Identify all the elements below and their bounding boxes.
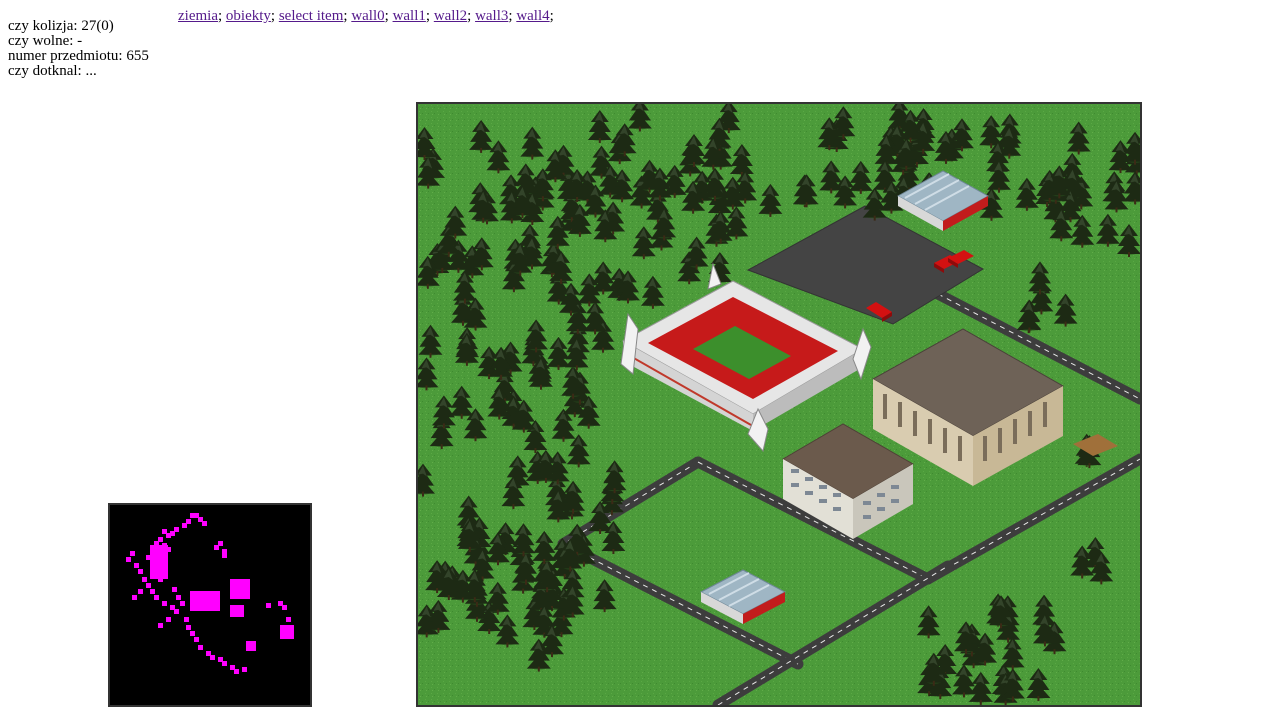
minimap-obstacle bbox=[210, 655, 215, 660]
minimap-building bbox=[280, 625, 294, 639]
minimap-obstacle bbox=[190, 631, 195, 636]
link-separator: ; bbox=[343, 8, 348, 24]
free-label: czy wolne: bbox=[8, 33, 74, 49]
link-separator: ; bbox=[217, 8, 223, 24]
link-wall2[interactable]: wall2 bbox=[434, 8, 467, 24]
minimap-obstacle bbox=[222, 661, 227, 666]
minimap-building bbox=[190, 591, 220, 611]
link-ziemia[interactable]: ziemia bbox=[178, 8, 218, 24]
minimap-obstacle bbox=[286, 617, 291, 622]
minimap-obstacle bbox=[186, 625, 191, 630]
minimap-canvas bbox=[126, 513, 294, 674]
layer-links: ziemia; obiekty; select item; wall0; wal… bbox=[178, 8, 554, 25]
item-number-label: numer przedmiotu: bbox=[8, 48, 123, 64]
collision-label: czy kolizja: bbox=[8, 18, 78, 34]
minimap-obstacle bbox=[180, 601, 185, 606]
minimap-obstacle bbox=[174, 609, 179, 614]
free-row: czy wolne: - bbox=[8, 34, 149, 49]
minimap[interactable] bbox=[108, 503, 312, 707]
minimap-obstacle bbox=[146, 583, 151, 588]
minimap-obstacle bbox=[194, 637, 199, 642]
minimap-obstacle bbox=[176, 595, 181, 600]
minimap-building bbox=[230, 605, 244, 617]
minimap-building bbox=[150, 545, 168, 579]
game-viewport[interactable] bbox=[416, 102, 1142, 707]
minimap-obstacle bbox=[134, 563, 139, 568]
minimap-obstacle bbox=[182, 523, 187, 528]
minimap-obstacle bbox=[130, 551, 135, 556]
minimap-obstacle bbox=[278, 601, 283, 606]
minimap-obstacle bbox=[266, 603, 271, 608]
minimap-obstacle bbox=[162, 601, 167, 606]
link-separator: ; bbox=[549, 8, 554, 24]
link-separator: ; bbox=[270, 8, 276, 24]
minimap-obstacle bbox=[166, 617, 171, 622]
touched-value: ... bbox=[85, 63, 97, 79]
link-obiekty[interactable]: obiekty bbox=[226, 8, 271, 24]
minimap-obstacle bbox=[170, 531, 175, 536]
item-number-value: 655 bbox=[126, 48, 149, 64]
collision-row: czy kolizja: 27(0) bbox=[8, 19, 149, 34]
minimap-building bbox=[230, 579, 250, 599]
minimap-obstacle bbox=[242, 667, 247, 672]
minimap-obstacle bbox=[142, 577, 147, 582]
minimap-obstacle bbox=[138, 589, 143, 594]
minimap-obstacle bbox=[138, 569, 143, 574]
minimap-obstacle bbox=[126, 557, 131, 562]
minimap-obstacle bbox=[184, 617, 189, 622]
minimap-obstacle bbox=[202, 521, 207, 526]
link-wall4[interactable]: wall4 bbox=[516, 8, 549, 24]
item-number-row: numer przedmiotu: 655 bbox=[8, 49, 149, 64]
minimap-obstacle bbox=[158, 623, 163, 628]
free-value: - bbox=[77, 33, 83, 49]
minimap-obstacle bbox=[234, 669, 239, 674]
link-separator: ; bbox=[384, 8, 389, 24]
link-wall1[interactable]: wall1 bbox=[393, 8, 426, 24]
debug-panel: czy kolizja: 27(0) czy wolne: - numer pr… bbox=[8, 19, 149, 79]
link-select-item[interactable]: select item bbox=[279, 8, 344, 24]
minimap-building bbox=[246, 641, 256, 651]
minimap-obstacle bbox=[198, 645, 203, 650]
link-separator: ; bbox=[467, 8, 472, 24]
touched-label: czy dotknal: bbox=[8, 63, 82, 79]
link-wall0[interactable]: wall0 bbox=[351, 8, 384, 24]
touched-row: czy dotknal: ... bbox=[8, 64, 149, 79]
isometric-map bbox=[418, 104, 1140, 705]
minimap-obstacle bbox=[218, 541, 223, 546]
minimap-obstacle bbox=[222, 549, 227, 554]
minimap-obstacle bbox=[132, 595, 137, 600]
minimap-obstacle bbox=[172, 587, 177, 592]
link-separator: ; bbox=[425, 8, 431, 24]
link-wall3[interactable]: wall3 bbox=[475, 8, 508, 24]
link-separator: ; bbox=[508, 8, 513, 24]
collision-value: 27(0) bbox=[81, 18, 114, 34]
minimap-obstacle bbox=[150, 589, 155, 594]
minimap-obstacle bbox=[154, 595, 159, 600]
